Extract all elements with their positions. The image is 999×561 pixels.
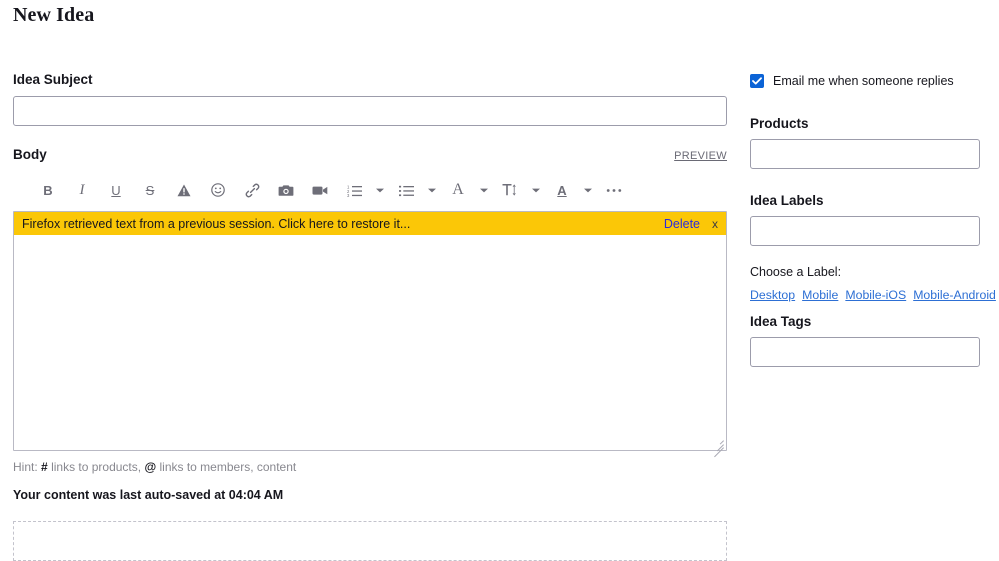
editor-resize-handle[interactable]: [711, 435, 725, 449]
hint-at-symbol: @: [144, 460, 156, 474]
ordered-list-chevron-down-icon[interactable]: [371, 177, 389, 203]
email-notify-label: Email me when someone replies: [773, 74, 954, 88]
products-input[interactable]: [750, 139, 980, 169]
idea-form-main: Idea Subject Body PREVIEW B I U S 123: [13, 72, 727, 561]
text-color-chevron-down-icon[interactable]: [579, 177, 597, 203]
attachment-dropzone[interactable]: [13, 521, 727, 561]
font-size-icon[interactable]: [493, 177, 527, 203]
session-restore-delete-link[interactable]: Delete: [664, 217, 700, 231]
close-icon[interactable]: x: [712, 217, 718, 231]
bullet-list-chevron-down-icon[interactable]: [423, 177, 441, 203]
label-link[interactable]: Mobile: [802, 288, 838, 302]
bullet-list-icon[interactable]: [389, 177, 423, 203]
checkmark-icon: [752, 77, 762, 85]
autosave-status: Your content was last auto-saved at 04:0…: [13, 488, 727, 502]
choose-label-heading: Choose a Label:: [750, 265, 980, 279]
idea-subject-label: Idea Subject: [13, 72, 727, 88]
idea-labels-label: Idea Labels: [750, 193, 980, 209]
svg-text:3: 3: [347, 193, 350, 197]
link-icon[interactable]: [235, 177, 269, 203]
bold-icon[interactable]: B: [31, 177, 65, 203]
idea-subject-input[interactable]: [13, 96, 727, 126]
session-restore-actions: Delete x: [664, 217, 718, 231]
products-label: Products: [750, 116, 980, 132]
italic-icon[interactable]: I: [65, 177, 99, 203]
body-label: Body: [13, 147, 47, 163]
ordered-list-icon[interactable]: 123: [337, 177, 371, 203]
session-restore-bar[interactable]: Firefox retrieved text from a previous s…: [14, 212, 726, 235]
font-family-icon[interactable]: A: [441, 177, 475, 203]
idea-labels-input[interactable]: [750, 216, 980, 246]
label-link[interactable]: Desktop: [750, 288, 795, 302]
video-icon[interactable]: [303, 177, 337, 203]
camera-icon[interactable]: [269, 177, 303, 203]
warning-triangle-icon[interactable]: [167, 177, 201, 203]
font-size-chevron-down-icon[interactable]: [527, 177, 545, 203]
strikethrough-icon[interactable]: S: [133, 177, 167, 203]
idea-tags-label: Idea Tags: [750, 314, 980, 330]
label-link-list: DesktopMobileMobile-iOSMobile-AndroidTab…: [750, 285, 986, 305]
underline-icon[interactable]: U: [99, 177, 133, 203]
label-link[interactable]: Mobile-iOS: [845, 288, 906, 302]
emoji-icon[interactable]: [201, 177, 235, 203]
body-editor-content[interactable]: [14, 235, 726, 450]
editor-toolbar: B I U S 123 A: [13, 176, 727, 204]
hint-hash-symbol: #: [41, 460, 48, 474]
hint-members-text: links to members, content: [160, 460, 297, 474]
page-title: New Idea: [13, 4, 94, 27]
hint-products-text: links to products,: [51, 460, 141, 474]
session-restore-message[interactable]: Firefox retrieved text from a previous s…: [22, 217, 410, 231]
idea-tags-input[interactable]: [750, 337, 980, 367]
more-options-icon[interactable]: [597, 177, 631, 203]
body-header: Body PREVIEW: [13, 147, 727, 163]
editor-hint: Hint: # links to products, @ links to me…: [13, 460, 727, 475]
body-editor[interactable]: Firefox retrieved text from a previous s…: [13, 211, 727, 451]
text-color-icon[interactable]: A: [545, 177, 579, 203]
label-link[interactable]: Mobile-Android: [913, 288, 996, 302]
email-notify-checkbox[interactable]: [750, 74, 764, 88]
idea-sidebar: Email me when someone replies Products I…: [750, 72, 980, 367]
email-notify-row[interactable]: Email me when someone replies: [750, 72, 980, 90]
font-family-chevron-down-icon[interactable]: [475, 177, 493, 203]
hint-prefix: Hint:: [13, 460, 38, 474]
preview-link[interactable]: PREVIEW: [674, 150, 727, 163]
